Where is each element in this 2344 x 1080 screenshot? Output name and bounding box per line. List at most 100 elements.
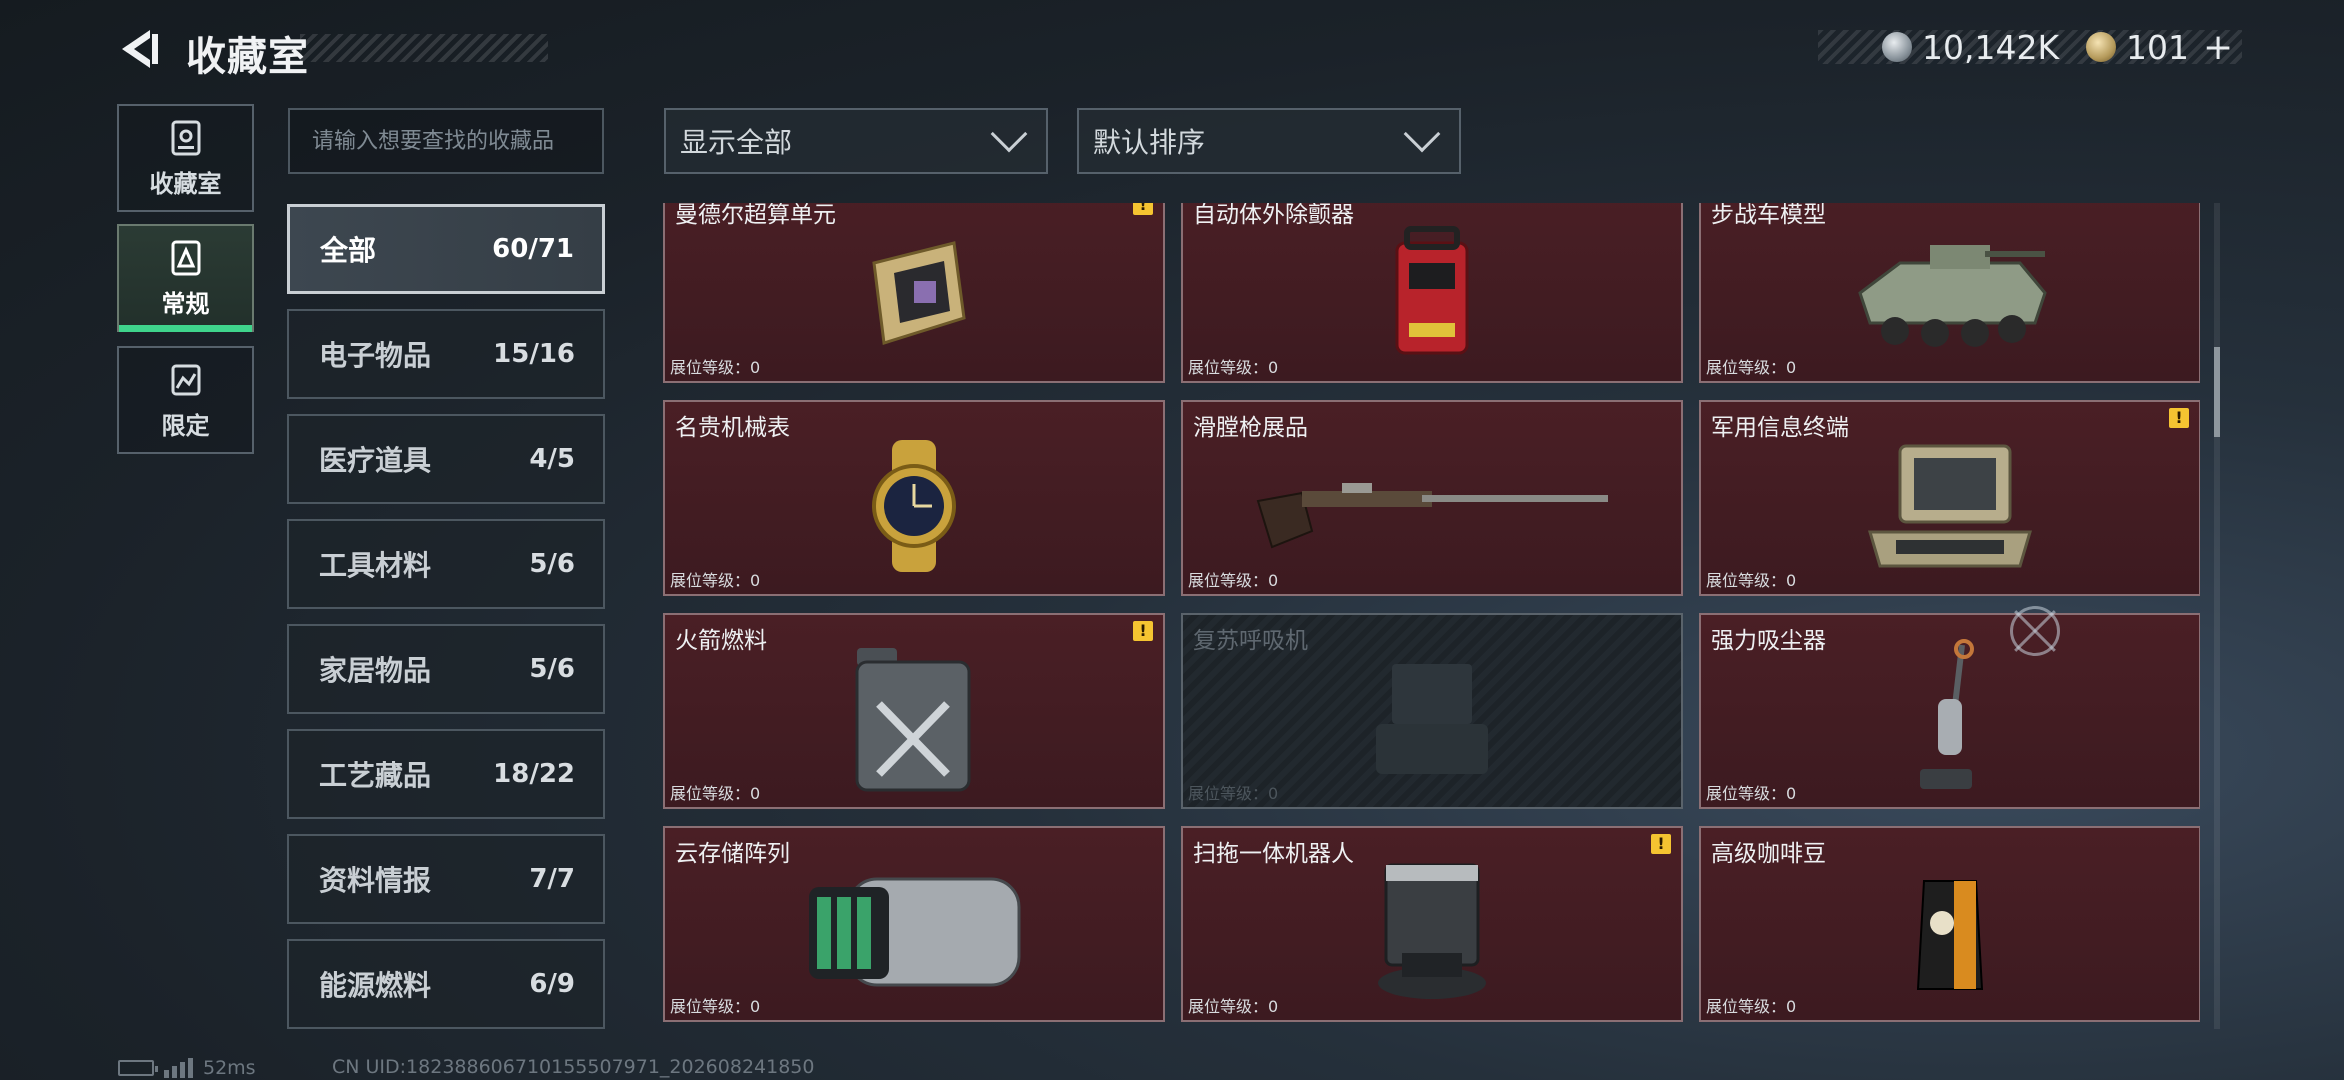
status-bar: 52ms: [118, 1056, 256, 1080]
alert-icon: !: [1133, 621, 1153, 641]
sort-dropdown[interactable]: 默认排序: [1077, 108, 1461, 174]
item-name: 曼德尔超算单元: [675, 203, 836, 228]
item-card-mandel-unit[interactable]: 曼德尔超算单元 ! 展位等级：0: [663, 203, 1165, 383]
item-name: 云存储阵列: [675, 841, 790, 867]
alert-icon: !: [1133, 203, 1153, 215]
defibrillator-icon: [1395, 225, 1469, 355]
booth-level: 展位等级：0: [1706, 358, 1797, 377]
booth-level: 展位等级：0: [1188, 358, 1279, 377]
gold-coin-value: 101: [2126, 27, 2189, 67]
item-grid[interactable]: 曼德尔超算单元 ! 展位等级：0 自动体外除颤器 展位等级：0 步战车模型 展位…: [660, 203, 2200, 1029]
category-count: 7/7: [529, 864, 575, 894]
item-card-coffee-beans[interactable]: 高级咖啡豆 展位等级：0: [1699, 826, 2200, 1022]
item-card-ifv-model[interactable]: 步战车模型 展位等级：0: [1699, 203, 2200, 383]
booth-level: 展位等级：0: [670, 997, 761, 1016]
category-count: 4/5: [529, 444, 575, 474]
category-energy[interactable]: 能源燃料 6/9: [287, 939, 605, 1029]
item-card-luxury-watch[interactable]: 名贵机械表 展位等级：0: [663, 400, 1165, 596]
vacuum-cleaner-icon: [1920, 638, 1974, 789]
rail-item-limited[interactable]: 限定: [117, 346, 254, 454]
search-box[interactable]: [288, 108, 604, 174]
category-count: 6/9: [529, 969, 575, 999]
booth-level: 展位等级：0: [1706, 571, 1797, 590]
category-name: 能源燃料: [319, 969, 432, 1002]
item-card-aed[interactable]: 自动体外除颤器 展位等级：0: [1181, 203, 1683, 383]
category-intel[interactable]: 资料情报 7/7: [287, 834, 605, 924]
back-arrow-icon: [122, 30, 158, 68]
ping-value: 52ms: [203, 1057, 256, 1079]
armored-vehicle-icon: [1858, 244, 2047, 347]
rail-item-collection-room[interactable]: 收藏室: [117, 104, 254, 212]
category-name: 电子物品: [319, 339, 432, 372]
item-name: 军用信息终端: [1711, 415, 1849, 441]
item-name: 步战车模型: [1711, 203, 1826, 228]
category-tools[interactable]: 工具材料 5/6: [287, 519, 605, 609]
rail-item-regular[interactable]: 常规: [117, 224, 254, 332]
category-count: 15/16: [493, 339, 575, 369]
booth-level: 展位等级：0: [670, 784, 761, 803]
category-household[interactable]: 家居物品 5/6: [287, 624, 605, 714]
regular-icon: [171, 240, 200, 275]
item-card-military-terminal[interactable]: 军用信息终端 ! 展位等级：0: [1699, 400, 2200, 596]
wristwatch-icon: [872, 439, 956, 572]
chevron-down-icon: [1403, 115, 1441, 153]
title-decoration: [300, 34, 548, 62]
item-name: 扫拖一体机器人: [1193, 841, 1354, 867]
storage-array-icon: [809, 877, 1021, 987]
category-count: 5/6: [529, 549, 575, 579]
chevron-down-icon: [990, 115, 1028, 153]
booth-level: 展位等级：0: [670, 358, 761, 377]
rail-item-label: 收藏室: [149, 169, 222, 198]
item-card-vacuum-cleaner[interactable]: 强力吸尘器 展位等级：0: [1699, 613, 2200, 809]
user-uid: CN UID:182388606710155507971_20260824185…: [332, 1056, 815, 1078]
item-card-rocket-fuel[interactable]: 火箭燃料 ! 展位等级：0: [663, 613, 1165, 809]
page-title: 收藏室: [186, 34, 309, 80]
booth-level: 展位等级：0: [1188, 997, 1279, 1016]
item-card-cloud-storage[interactable]: 云存储阵列 展位等级：0: [663, 826, 1165, 1022]
category-name: 家居物品: [319, 654, 432, 687]
sort-value: 默认排序: [1093, 126, 1206, 159]
scrollbar-thumb[interactable]: [2214, 347, 2220, 437]
category-electronics[interactable]: 电子物品 15/16: [287, 309, 605, 399]
category-count: 60/71: [492, 234, 574, 264]
coffee-bag-icon: [1916, 879, 1984, 990]
display-filter-dropdown[interactable]: 显示全部: [664, 108, 1048, 174]
add-currency-button[interactable]: +: [2203, 27, 2233, 68]
ventilator-silhouette-icon: [1376, 663, 1488, 774]
silver-coin-icon: [1882, 32, 1912, 62]
robot-vacuum-station-icon: [1378, 863, 1486, 999]
musket-icon: [1256, 482, 1608, 549]
battery-icon: [118, 1060, 158, 1076]
currency-silver: 10,142K: [1882, 28, 2059, 67]
rugged-terminal-icon: [1867, 444, 2033, 568]
fuel-canister-icon: [855, 647, 971, 792]
category-count: 18/22: [493, 759, 575, 789]
item-name: 自动体外除颤器: [1193, 203, 1354, 228]
category-name: 全部: [320, 234, 377, 267]
item-name: 火箭燃料: [675, 628, 767, 654]
back-button[interactable]: [116, 26, 162, 72]
limited-icon: [171, 364, 200, 395]
search-input[interactable]: [312, 128, 580, 154]
booth-level: 展位等级：0: [1188, 571, 1279, 590]
item-name: 名贵机械表: [675, 415, 790, 441]
grid-scrollbar[interactable]: [2214, 203, 2220, 1029]
item-card-mop-robot[interactable]: 扫拖一体机器人 ! 展位等级：0: [1181, 826, 1683, 1022]
category-medical[interactable]: 医疗道具 4/5: [287, 414, 605, 504]
alert-icon: !: [1651, 834, 1671, 854]
item-card-ventilator-locked[interactable]: 复苏呼吸机 展位等级：0: [1181, 613, 1683, 809]
alert-icon: !: [2169, 408, 2189, 428]
gold-coin-icon: [2086, 32, 2116, 62]
category-crafts[interactable]: 工艺藏品 18/22: [287, 729, 605, 819]
booth-level: 展位等级：0: [670, 571, 761, 590]
item-card-musket[interactable]: 滑膛枪展品 展位等级：0: [1181, 400, 1683, 596]
supercomputer-unit-icon: [872, 240, 966, 345]
category-name: 资料情报: [319, 864, 432, 897]
category-name: 工艺藏品: [319, 759, 432, 792]
collection-room-icon: [171, 120, 200, 155]
signal-icon: [164, 1058, 193, 1078]
currency-gold: 101 +: [2086, 27, 2233, 68]
item-name: 复苏呼吸机: [1193, 628, 1308, 654]
category-all[interactable]: 全部 60/71: [287, 204, 605, 294]
rail-item-label: 限定: [161, 411, 210, 440]
